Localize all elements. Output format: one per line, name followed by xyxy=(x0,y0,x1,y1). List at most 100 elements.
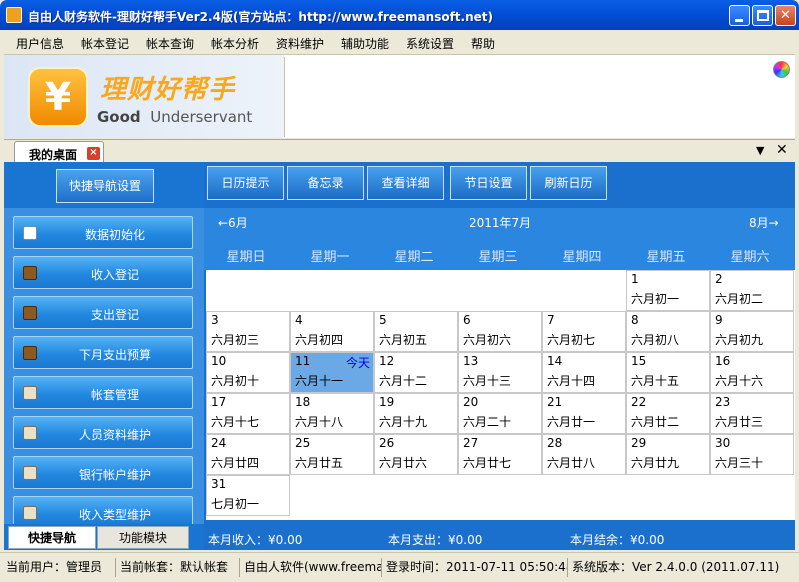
nav-income-entry-button[interactable]: 收入登记 xyxy=(13,256,193,289)
calendar-day[interactable]: 21 六月廿一 xyxy=(542,393,626,434)
lunar-date: 六月十一 xyxy=(295,374,344,388)
calendar-day[interactable]: 10 六月初十 xyxy=(206,352,290,393)
minimize-button[interactable] xyxy=(729,5,750,26)
calendar-reminder-button[interactable]: 日历提示 xyxy=(207,166,284,200)
main-area: 快捷导航设置 数据初始化 收入登记 支出登记 下月支出预算 帐套管理 人员资料维… xyxy=(4,162,795,550)
quick-nav-settings-button[interactable]: 快捷导航设置 xyxy=(56,169,154,203)
calendar-day[interactable]: 17 六月十七 xyxy=(206,393,290,434)
calendar-day[interactable]: 30 六月三十 xyxy=(710,434,794,475)
nav-label: 收入类型维护 xyxy=(78,508,151,522)
minimize-icon xyxy=(735,19,743,22)
lunar-date: 六月十九 xyxy=(379,415,428,429)
banner: ¥ 理财好帮手 Good Underservant xyxy=(4,54,795,138)
nav-personnel-button[interactable]: 人员资料维护 xyxy=(13,416,193,449)
nav-label: 收入登记 xyxy=(90,268,139,282)
calendar-day[interactable]: 18 六月十八 xyxy=(290,393,374,434)
nav-bank-account-button[interactable]: 银行帐户维护 xyxy=(13,456,193,489)
calendar-day[interactable]: 15 六月十五 xyxy=(626,352,710,393)
calendar-day[interactable]: 9 六月初九 xyxy=(710,311,794,352)
lunar-date: 六月初四 xyxy=(295,333,344,347)
calendar-day[interactable]: 22 六月廿二 xyxy=(626,393,710,434)
lunar-date: 六月廿九 xyxy=(631,456,680,470)
calendar-day[interactable]: 3 六月初三 xyxy=(206,311,290,352)
day-number: 8 xyxy=(631,313,639,327)
calendar-day[interactable]: 31 七月初一 xyxy=(206,475,290,516)
calendar-day[interactable]: 20 六月二十 xyxy=(458,393,542,434)
next-month-link[interactable]: 8月→ xyxy=(749,214,779,231)
month-navigation: ←6月 2011年7月 8月→ xyxy=(204,208,795,234)
document-icon xyxy=(23,226,37,240)
nav-label: 人员资料维护 xyxy=(78,428,151,442)
quick-nav-list[interactable]: 数据初始化 收入登记 支出登记 下月支出预算 帐套管理 人员资料维护 银行帐户维… xyxy=(4,208,204,524)
lunar-date: 六月初六 xyxy=(463,333,512,347)
banner-ad-area xyxy=(284,57,795,137)
calendar-day[interactable]: 28 六月廿八 xyxy=(542,434,626,475)
nav-budget-button[interactable]: 下月支出预算 xyxy=(13,336,193,369)
nav-data-init-button[interactable]: 数据初始化 xyxy=(13,216,193,249)
nav-income-type-button[interactable]: 收入类型维护 xyxy=(13,496,193,524)
calendar-day[interactable]: 2 六月初二 xyxy=(710,270,794,311)
maximize-button[interactable] xyxy=(752,5,773,26)
day-number: 11 xyxy=(295,354,311,368)
tab-my-desktop[interactable]: 我的桌面 × xyxy=(14,141,104,163)
tab-function-modules[interactable]: 功能模块 xyxy=(97,526,189,549)
tab-quick-nav[interactable]: 快捷导航 xyxy=(8,526,96,549)
logo-symbol: ¥ xyxy=(44,75,72,119)
tab-close-icon[interactable]: × xyxy=(87,147,100,160)
calendar-day[interactable]: 8 六月初八 xyxy=(626,311,710,352)
nav-expense-entry-button[interactable]: 支出登记 xyxy=(13,296,193,329)
menu-tools[interactable]: 辅助功能 xyxy=(341,35,389,52)
calendar-day[interactable]: 14 六月十四 xyxy=(542,352,626,393)
day-number: 21 xyxy=(547,395,563,409)
color-theme-icon[interactable] xyxy=(773,61,790,78)
lunar-date: 六月三十 xyxy=(715,456,764,470)
day-number: 9 xyxy=(715,313,723,327)
calendar-day[interactable]: 26 六月廿六 xyxy=(374,434,458,475)
status-current-ledger: 当前帐套：默认帐套 xyxy=(116,558,240,577)
calendar-day[interactable]: 23 六月廿三 xyxy=(710,393,794,434)
menu-help[interactable]: 帮助 xyxy=(471,35,495,52)
day-number: 1 xyxy=(631,272,639,286)
calendar-day[interactable]: 4 六月初四 xyxy=(290,311,374,352)
menu-settings[interactable]: 系统设置 xyxy=(406,35,454,52)
logo-subtitle: Good Underservant xyxy=(97,108,252,126)
calendar-day[interactable]: 13 六月十三 xyxy=(458,352,542,393)
calendar-day[interactable]: 1 六月初一 xyxy=(626,270,710,311)
calendar-day[interactable]: 25 六月廿五 xyxy=(290,434,374,475)
nav-ledger-manage-button[interactable]: 帐套管理 xyxy=(13,376,193,409)
calendar-day[interactable]: 5 六月初五 xyxy=(374,311,458,352)
holiday-settings-button[interactable]: 节日设置 xyxy=(450,166,527,200)
calendar-day[interactable]: 12 六月十二 xyxy=(374,352,458,393)
menu-ledger-analysis[interactable]: 帐本分析 xyxy=(211,35,259,52)
calendar-day[interactable]: 24 六月廿四 xyxy=(206,434,290,475)
menu-data-maintenance[interactable]: 资料维护 xyxy=(276,35,324,52)
calendar-day[interactable]: 6 六月初六 xyxy=(458,311,542,352)
tab-list-dropdown-icon[interactable]: ▼ xyxy=(756,144,764,157)
lunar-date: 六月十四 xyxy=(547,374,596,388)
calendar-day-today[interactable]: 11 六月十一 今天 xyxy=(290,352,374,393)
calendar-day[interactable]: 16 六月十六 xyxy=(710,352,794,393)
prev-month-link[interactable]: ←6月 xyxy=(218,214,248,231)
menu-ledger-entry[interactable]: 帐本登记 xyxy=(81,35,129,52)
calendar-day[interactable]: 7 六月初七 xyxy=(542,311,626,352)
close-button[interactable]: ✕ xyxy=(775,5,796,26)
tab-strip-close-icon[interactable]: ✕ xyxy=(776,142,788,158)
lunar-date: 六月廿二 xyxy=(631,415,680,429)
logo-sub-text: Underservant xyxy=(150,108,253,126)
calendar-day[interactable]: 19 六月十九 xyxy=(374,393,458,434)
day-number: 29 xyxy=(631,436,647,450)
refresh-calendar-button[interactable]: 刷新日历 xyxy=(530,166,607,200)
left-panel: 快捷导航设置 数据初始化 收入登记 支出登记 下月支出预算 帐套管理 人员资料维… xyxy=(4,162,204,550)
lunar-date: 六月初五 xyxy=(379,333,428,347)
calendar-day[interactable]: 27 六月廿七 xyxy=(458,434,542,475)
view-details-button[interactable]: 查看详细 xyxy=(367,166,444,200)
status-site: 自由人软件(www.freemansoft.net) xyxy=(240,558,382,577)
day-number: 23 xyxy=(715,395,731,409)
menu-user-info[interactable]: 用户信息 xyxy=(16,35,64,52)
memo-button[interactable]: 备忘录 xyxy=(287,166,364,200)
month-summary: 本月收入：¥0.00 本月支出：¥0.00 本月结余：¥0.00 xyxy=(204,524,795,550)
lunar-date: 六月初八 xyxy=(631,333,680,347)
calendar-day[interactable]: 29 六月廿九 xyxy=(626,434,710,475)
day-number: 19 xyxy=(379,395,395,409)
menu-ledger-query[interactable]: 帐本查询 xyxy=(146,35,194,52)
